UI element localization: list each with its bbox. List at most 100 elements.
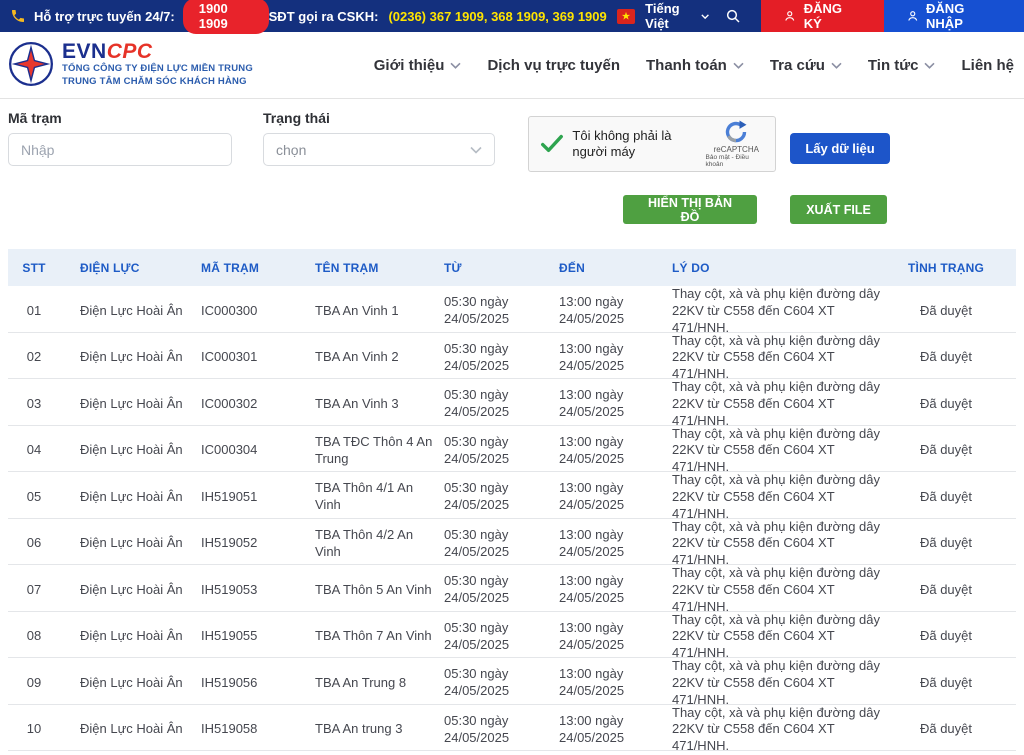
login-button[interactable]: ĐĂNG NHẬP bbox=[884, 0, 1024, 32]
user-icon bbox=[783, 9, 797, 23]
table-row: 07 Điện Lực Hoài Ân IH519053 TBA Thôn 5 … bbox=[8, 565, 1016, 612]
cell-tinh-trang: Đã duyệt bbox=[902, 582, 1016, 599]
cskh-phone-numbers[interactable]: (0236) 367 1909, 368 1909, 369 1909 bbox=[388, 9, 606, 24]
nav-item[interactable]: Tin tức bbox=[868, 57, 936, 74]
language-selector[interactable]: Tiếng Việt bbox=[645, 1, 709, 31]
cell-ten-tram: TBA Thôn 7 An Vinh bbox=[305, 628, 435, 645]
nav-item[interactable]: Liên hệ bbox=[961, 57, 1014, 74]
table-row: 06 Điện Lực Hoài Ân IH519052 TBA Thôn 4/… bbox=[8, 519, 1016, 566]
cell-ly-do: Thay cột, xà và phụ kiện đường dây 22KV … bbox=[662, 286, 902, 337]
evncpc-logo[interactable]: EVNCPC TỔNG CÔNG TY ĐIỆN LỰC MIỀN TRUNG … bbox=[8, 41, 253, 89]
support-label: Hỗ trợ trực tuyến 24/7: bbox=[34, 9, 175, 24]
cell-tu: 05:30 ngày 24/05/2025 bbox=[435, 713, 550, 747]
cell-stt: 06 bbox=[8, 535, 60, 552]
nav-item-label: Giới thiệu bbox=[374, 57, 445, 74]
nav-item[interactable]: Tra cứu bbox=[770, 57, 842, 74]
table-row: 02 Điện Lực Hoài Ân IC000301 TBA An Vinh… bbox=[8, 333, 1016, 380]
chevron-down-icon bbox=[701, 13, 709, 20]
cell-stt: 01 bbox=[8, 303, 60, 320]
chevron-down-icon bbox=[831, 62, 842, 69]
cell-ma-tram: IH519052 bbox=[193, 535, 305, 552]
station-code-input[interactable] bbox=[8, 133, 232, 166]
cell-dien-luc: Điện Lực Hoài Ân bbox=[60, 489, 193, 506]
table-body: 01 Điện Lực Hoài Ân IC000300 TBA An Vinh… bbox=[8, 286, 1016, 751]
cell-ten-tram: TBA TĐC Thôn 4 An Trung bbox=[305, 434, 435, 468]
lookup-form: Mã trạm Trạng thái chọn Tôi không phải l… bbox=[0, 99, 1024, 249]
cell-tu: 05:30 ngày 24/05/2025 bbox=[435, 434, 550, 468]
cell-ten-tram: TBA An Vinh 1 bbox=[305, 303, 435, 320]
cell-dien-luc: Điện Lực Hoài Ân bbox=[60, 349, 193, 366]
col-header-tu: TỪ bbox=[435, 261, 550, 275]
cell-stt: 09 bbox=[8, 675, 60, 692]
chevron-down-icon bbox=[924, 62, 935, 69]
cell-den: 13:00 ngày 24/05/2025 bbox=[550, 387, 662, 421]
cell-dien-luc: Điện Lực Hoài Ân bbox=[60, 303, 193, 320]
export-file-button[interactable]: XUẤT FILE bbox=[790, 195, 887, 224]
cell-den: 13:00 ngày 24/05/2025 bbox=[550, 294, 662, 328]
cell-dien-luc: Điện Lực Hoài Ân bbox=[60, 396, 193, 413]
cell-ly-do: Thay cột, xà và phụ kiện đường dây 22KV … bbox=[662, 426, 902, 477]
cell-dien-luc: Điện Lực Hoài Ân bbox=[60, 721, 193, 738]
login-label: ĐĂNG NHẬP bbox=[926, 1, 1002, 31]
table-row: 01 Điện Lực Hoài Ân IC000300 TBA An Vinh… bbox=[8, 286, 1016, 333]
chevron-down-icon bbox=[450, 62, 461, 69]
nav-item[interactable]: Thanh toán bbox=[646, 57, 744, 74]
register-button[interactable]: ĐĂNG KÝ bbox=[761, 0, 883, 32]
recaptcha-links[interactable]: Bảo mật - Điều khoản bbox=[706, 154, 767, 168]
col-header-den: ĐẾN bbox=[550, 261, 662, 275]
cell-den: 13:00 ngày 24/05/2025 bbox=[550, 527, 662, 561]
nav-item-label: Tra cứu bbox=[770, 57, 825, 74]
cell-tinh-trang: Đã duyệt bbox=[902, 675, 1016, 692]
cell-ly-do: Thay cột, xà và phụ kiện đường dây 22KV … bbox=[662, 519, 902, 570]
recaptcha-logo-icon bbox=[724, 120, 748, 144]
cell-den: 13:00 ngày 24/05/2025 bbox=[550, 620, 662, 654]
cell-ly-do: Thay cột, xà và phụ kiện đường dây 22KV … bbox=[662, 612, 902, 663]
topbar: Hỗ trợ trực tuyến 24/7: 1900 1909 SĐT gọ… bbox=[0, 0, 1024, 32]
station-code-label: Mã trạm bbox=[8, 110, 232, 126]
status-select[interactable]: chọn bbox=[263, 133, 495, 166]
register-label: ĐĂNG KÝ bbox=[804, 1, 862, 31]
cell-tu: 05:30 ngày 24/05/2025 bbox=[435, 620, 550, 654]
cell-den: 13:00 ngày 24/05/2025 bbox=[550, 341, 662, 375]
cell-ten-tram: TBA An Vinh 3 bbox=[305, 396, 435, 413]
evn-emblem-icon bbox=[8, 41, 54, 87]
cell-tinh-trang: Đã duyệt bbox=[902, 721, 1016, 738]
cell-tinh-trang: Đã duyệt bbox=[902, 349, 1016, 366]
cell-tinh-trang: Đã duyệt bbox=[902, 489, 1016, 506]
cell-ten-tram: TBA Thôn 5 An Vinh bbox=[305, 582, 435, 599]
logo-wordmark: EVNCPC bbox=[62, 41, 253, 63]
nav-item[interactable]: Dịch vụ trực tuyến bbox=[487, 57, 620, 74]
status-selected-value: chọn bbox=[276, 142, 306, 158]
cell-ly-do: Thay cột, xà và phụ kiện đường dây 22KV … bbox=[662, 565, 902, 616]
cell-ly-do: Thay cột, xà và phụ kiện đường dây 22KV … bbox=[662, 658, 902, 709]
cell-tu: 05:30 ngày 24/05/2025 bbox=[435, 480, 550, 514]
nav-item-label: Thanh toán bbox=[646, 57, 727, 74]
vietnam-flag-icon bbox=[617, 9, 635, 24]
cell-tinh-trang: Đã duyệt bbox=[902, 442, 1016, 459]
cell-ma-tram: IH519051 bbox=[193, 489, 305, 506]
nav-item-label: Dịch vụ trực tuyến bbox=[487, 57, 620, 74]
recaptcha-brand: reCAPTCHA bbox=[714, 145, 759, 154]
get-data-button[interactable]: Lấy dữ liệu bbox=[790, 133, 890, 164]
cell-ma-tram: IH519058 bbox=[193, 721, 305, 738]
cell-ly-do: Thay cột, xà và phụ kiện đường dây 22KV … bbox=[662, 705, 902, 755]
nav-item[interactable]: Giới thiệu bbox=[374, 57, 462, 74]
cell-tu: 05:30 ngày 24/05/2025 bbox=[435, 341, 550, 375]
cell-ly-do: Thay cột, xà và phụ kiện đường dây 22KV … bbox=[662, 379, 902, 430]
hotline-button[interactable]: 1900 1909 bbox=[183, 0, 269, 34]
cell-stt: 08 bbox=[8, 628, 60, 645]
cell-ten-tram: TBA An Trung 8 bbox=[305, 675, 435, 692]
page: Hỗ trợ trực tuyến 24/7: 1900 1909 SĐT gọ… bbox=[0, 0, 1024, 752]
search-icon[interactable] bbox=[719, 8, 747, 24]
phone-icon bbox=[10, 8, 26, 24]
cell-stt: 10 bbox=[8, 721, 60, 738]
recaptcha-widget[interactable]: Tôi không phải là người máy reCAPTCHA Bả… bbox=[528, 116, 776, 172]
col-header-stt: STT bbox=[8, 261, 60, 275]
recaptcha-text: Tôi không phải là người máy bbox=[572, 128, 697, 161]
cell-dien-luc: Điện Lực Hoài Ân bbox=[60, 675, 193, 692]
col-header-ly-do: LÝ DO bbox=[662, 261, 902, 275]
main-nav: Giới thiệu Dịch vụ trực tuyến Thanh toán… bbox=[374, 57, 1014, 74]
cell-tinh-trang: Đã duyệt bbox=[902, 535, 1016, 552]
cell-ma-tram: IC000301 bbox=[193, 349, 305, 366]
show-map-button[interactable]: HIỂN THỊ BẢN ĐỒ bbox=[623, 195, 757, 224]
